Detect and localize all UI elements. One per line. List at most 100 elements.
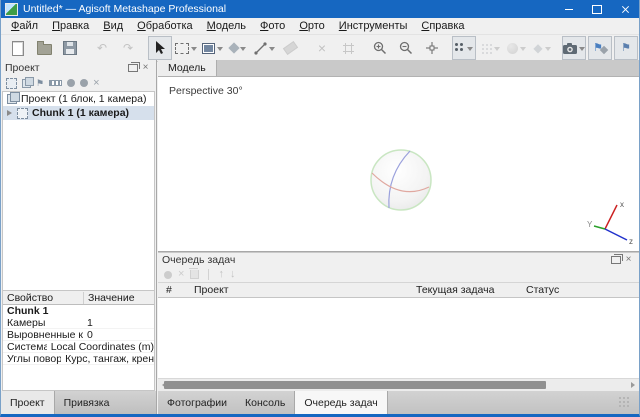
ruler-button[interactable] <box>252 36 276 60</box>
chunk-icon <box>17 107 28 119</box>
close-icon: × <box>625 254 632 265</box>
chevron-down-icon[interactable] <box>579 46 585 54</box>
tab-reference[interactable]: Привязка <box>55 391 119 414</box>
navigation-tool-button[interactable] <box>148 36 172 60</box>
chevron-down-icon[interactable] <box>216 46 223 54</box>
cancel-icon: × <box>178 268 185 280</box>
camera-icon <box>563 42 577 54</box>
expander-icon[interactable] <box>7 110 15 116</box>
tab-task-queue[interactable]: Очередь задач <box>294 391 388 414</box>
menu-tools[interactable]: Инструменты <box>332 18 415 34</box>
menu-model[interactable]: Модель <box>200 18 253 34</box>
reset-view-button[interactable] <box>420 36 444 60</box>
window-title: Untitled* — Agisoft Metashape Profession… <box>23 3 227 15</box>
float-panel-button[interactable] <box>609 254 623 266</box>
property-row[interactable]: Камеры 1 <box>3 317 154 329</box>
zoom-out-button[interactable] <box>394 36 418 60</box>
add-photos-icon <box>22 76 34 88</box>
show-cameras-button[interactable] <box>562 36 586 60</box>
tab-model[interactable]: Модель <box>158 60 217 76</box>
scroll-right-arrow[interactable] <box>631 382 638 388</box>
close-panel-button[interactable]: × <box>139 62 152 74</box>
zoom-in-button[interactable] <box>368 36 392 60</box>
shaded-model-view-button[interactable] <box>504 36 528 60</box>
new-project-button[interactable] <box>6 36 30 60</box>
workspace-panel-header: Проект × <box>1 60 156 75</box>
scrollbar-thumb[interactable] <box>164 381 546 389</box>
close-panel-button[interactable]: × <box>622 254 635 266</box>
open-project-button[interactable] <box>32 36 56 60</box>
remove-item-button[interactable]: × <box>93 77 99 89</box>
tab-photos[interactable]: Фотографии <box>158 391 236 414</box>
add-scalebar-button[interactable] <box>49 77 63 89</box>
maximize-button[interactable] <box>583 0 611 18</box>
tree-item-chunk[interactable]: Chunk 1 (1 камера) <box>3 106 154 120</box>
point-cloud-view-button[interactable] <box>452 36 476 60</box>
property-row[interactable]: Выровненные камеры 0 <box>3 329 154 341</box>
clear-tasks-button[interactable] <box>189 268 200 281</box>
menu-file[interactable]: Файл <box>4 18 45 34</box>
property-row[interactable]: Углы поворота Курс, тангаж, крен <box>3 353 154 365</box>
chevron-down-icon[interactable] <box>493 46 500 54</box>
chevron-down-icon[interactable] <box>268 46 275 54</box>
add-chunk-button[interactable] <box>6 77 17 89</box>
column-project[interactable]: Проект <box>194 284 416 296</box>
column-number[interactable]: # <box>158 284 194 296</box>
cursor-arrow-icon <box>156 41 165 54</box>
enable-icon <box>67 79 76 87</box>
tab-console[interactable]: Консоль <box>236 391 294 414</box>
column-status[interactable]: Статус <box>526 284 639 296</box>
menu-view[interactable]: Вид <box>96 18 130 34</box>
minimize-button[interactable] <box>555 0 583 18</box>
save-project-button[interactable] <box>58 36 82 60</box>
document-tab-bar: Модель <box>158 60 639 77</box>
run-task-button[interactable] <box>164 269 172 281</box>
column-property[interactable]: Свойство <box>3 291 84 304</box>
menu-workflow[interactable]: Обработка <box>130 18 199 34</box>
delete-selection-button[interactable]: × <box>310 36 334 60</box>
rotate-object-button[interactable] <box>226 36 250 60</box>
menu-edit[interactable]: Правка <box>45 18 96 34</box>
menu-photo[interactable]: Фото <box>253 18 292 34</box>
tiled-model-view-button[interactable]: ◆ <box>530 36 554 60</box>
resize-region-button[interactable] <box>200 36 224 60</box>
menu-help[interactable]: Справка <box>414 18 471 34</box>
model-viewport[interactable]: Perspective 30° x Y z <box>158 77 639 252</box>
property-row[interactable]: Система координат Local Coordinates (m) <box>3 341 154 353</box>
task-queue-rows[interactable] <box>158 298 639 378</box>
column-value[interactable]: Значение <box>84 292 135 304</box>
chevron-down-icon[interactable] <box>467 46 473 54</box>
enable-item-button[interactable] <box>67 77 76 89</box>
horizontal-scrollbar[interactable] <box>158 378 639 391</box>
show-labels-button[interactable]: ⚑ <box>614 36 638 60</box>
show-markers-button[interactable]: ⚑ <box>588 36 612 60</box>
redo-button[interactable]: ↷ <box>116 36 140 60</box>
chevron-down-icon[interactable] <box>240 46 246 54</box>
add-marker-button[interactable]: ⚑ <box>36 77 44 89</box>
float-panel-button[interactable] <box>126 61 140 74</box>
undo-button[interactable]: ↶ <box>90 36 114 60</box>
resize-grip-icon[interactable] <box>618 396 631 409</box>
menu-ortho[interactable]: Орто <box>292 18 331 34</box>
remove-icon: × <box>93 76 100 89</box>
tree-item-project[interactable]: Проект (1 блок, 1 камера) <box>3 92 154 106</box>
disable-item-button[interactable] <box>80 77 89 89</box>
ruler-icon <box>253 41 267 55</box>
chevron-down-icon[interactable] <box>191 46 197 54</box>
rectangle-selection-button[interactable] <box>174 36 198 60</box>
chevron-down-icon[interactable] <box>519 46 526 54</box>
axis-y-label: Y <box>587 220 593 229</box>
move-task-down-button[interactable]: ↓ <box>230 269 236 281</box>
free-form-tool-button[interactable] <box>278 36 302 60</box>
tab-workspace[interactable]: Проект <box>1 391 55 414</box>
dense-cloud-view-button[interactable] <box>478 36 502 60</box>
cancel-task-button[interactable]: × <box>178 269 184 281</box>
app-window: Untitled* — Agisoft Metashape Profession… <box>0 0 640 417</box>
chevron-down-icon[interactable] <box>544 46 551 54</box>
column-current-task[interactable]: Текущая задача <box>416 284 526 296</box>
add-photos-button[interactable] <box>22 76 34 89</box>
crop-selection-button[interactable] <box>336 36 360 60</box>
perspective-label: Perspective 30° <box>169 85 243 97</box>
close-button[interactable] <box>611 0 639 18</box>
move-task-up-button[interactable]: ↑ <box>218 269 224 281</box>
